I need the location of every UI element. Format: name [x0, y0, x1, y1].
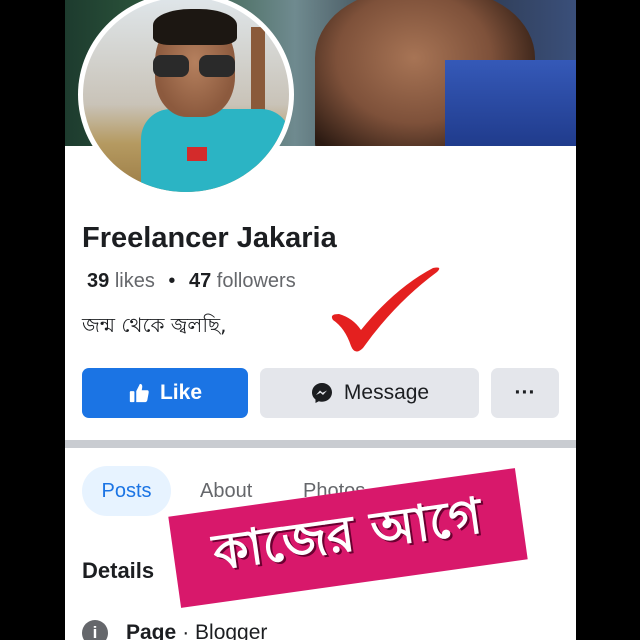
more-options-button[interactable]: ··· — [491, 368, 559, 418]
avatar-sunglasses — [153, 55, 241, 77]
avatar-bow-tie — [187, 147, 207, 161]
avatar-shirt — [141, 109, 289, 192]
followers-count: 47 — [188, 270, 212, 292]
messenger-icon — [311, 383, 332, 403]
page-bio: জন্ম থেকে জ্বলছি, — [82, 313, 227, 337]
page-key: Page — [126, 621, 177, 640]
like-button[interactable]: Like — [82, 368, 248, 418]
details-heading: Details — [82, 558, 155, 583]
section-divider — [65, 440, 576, 448]
likes-label[interactable]: likes — [115, 270, 155, 292]
profile-screen: Freelancer Jakaria 39 likes • 47 followe… — [65, 0, 576, 640]
page-stats: 39 likes • 47 followers — [87, 270, 296, 293]
red-check-mark-icon — [331, 267, 440, 352]
details-page-category: i Page · Blogger — [82, 620, 267, 640]
stats-separator: • — [168, 270, 176, 292]
message-button[interactable]: Message — [260, 368, 479, 418]
like-button-label: Like — [159, 381, 203, 404]
tab-posts[interactable]: Posts — [82, 466, 171, 516]
message-button-label: Message — [343, 381, 430, 404]
thumbs-up-icon — [129, 383, 149, 403]
avatar-background-crane — [251, 27, 265, 117]
more-icon: ··· — [514, 381, 536, 404]
page-category-value: · Blogger — [182, 621, 268, 640]
page-title: Freelancer Jakaria — [82, 222, 337, 254]
profile-picture[interactable] — [78, 0, 294, 197]
info-icon: i — [82, 620, 108, 640]
cover-photo-shirt — [445, 60, 576, 146]
avatar-image — [83, 0, 289, 192]
likes-count: 39 — [87, 270, 110, 292]
avatar-hair — [153, 9, 237, 45]
followers-label[interactable]: followers — [217, 270, 296, 292]
